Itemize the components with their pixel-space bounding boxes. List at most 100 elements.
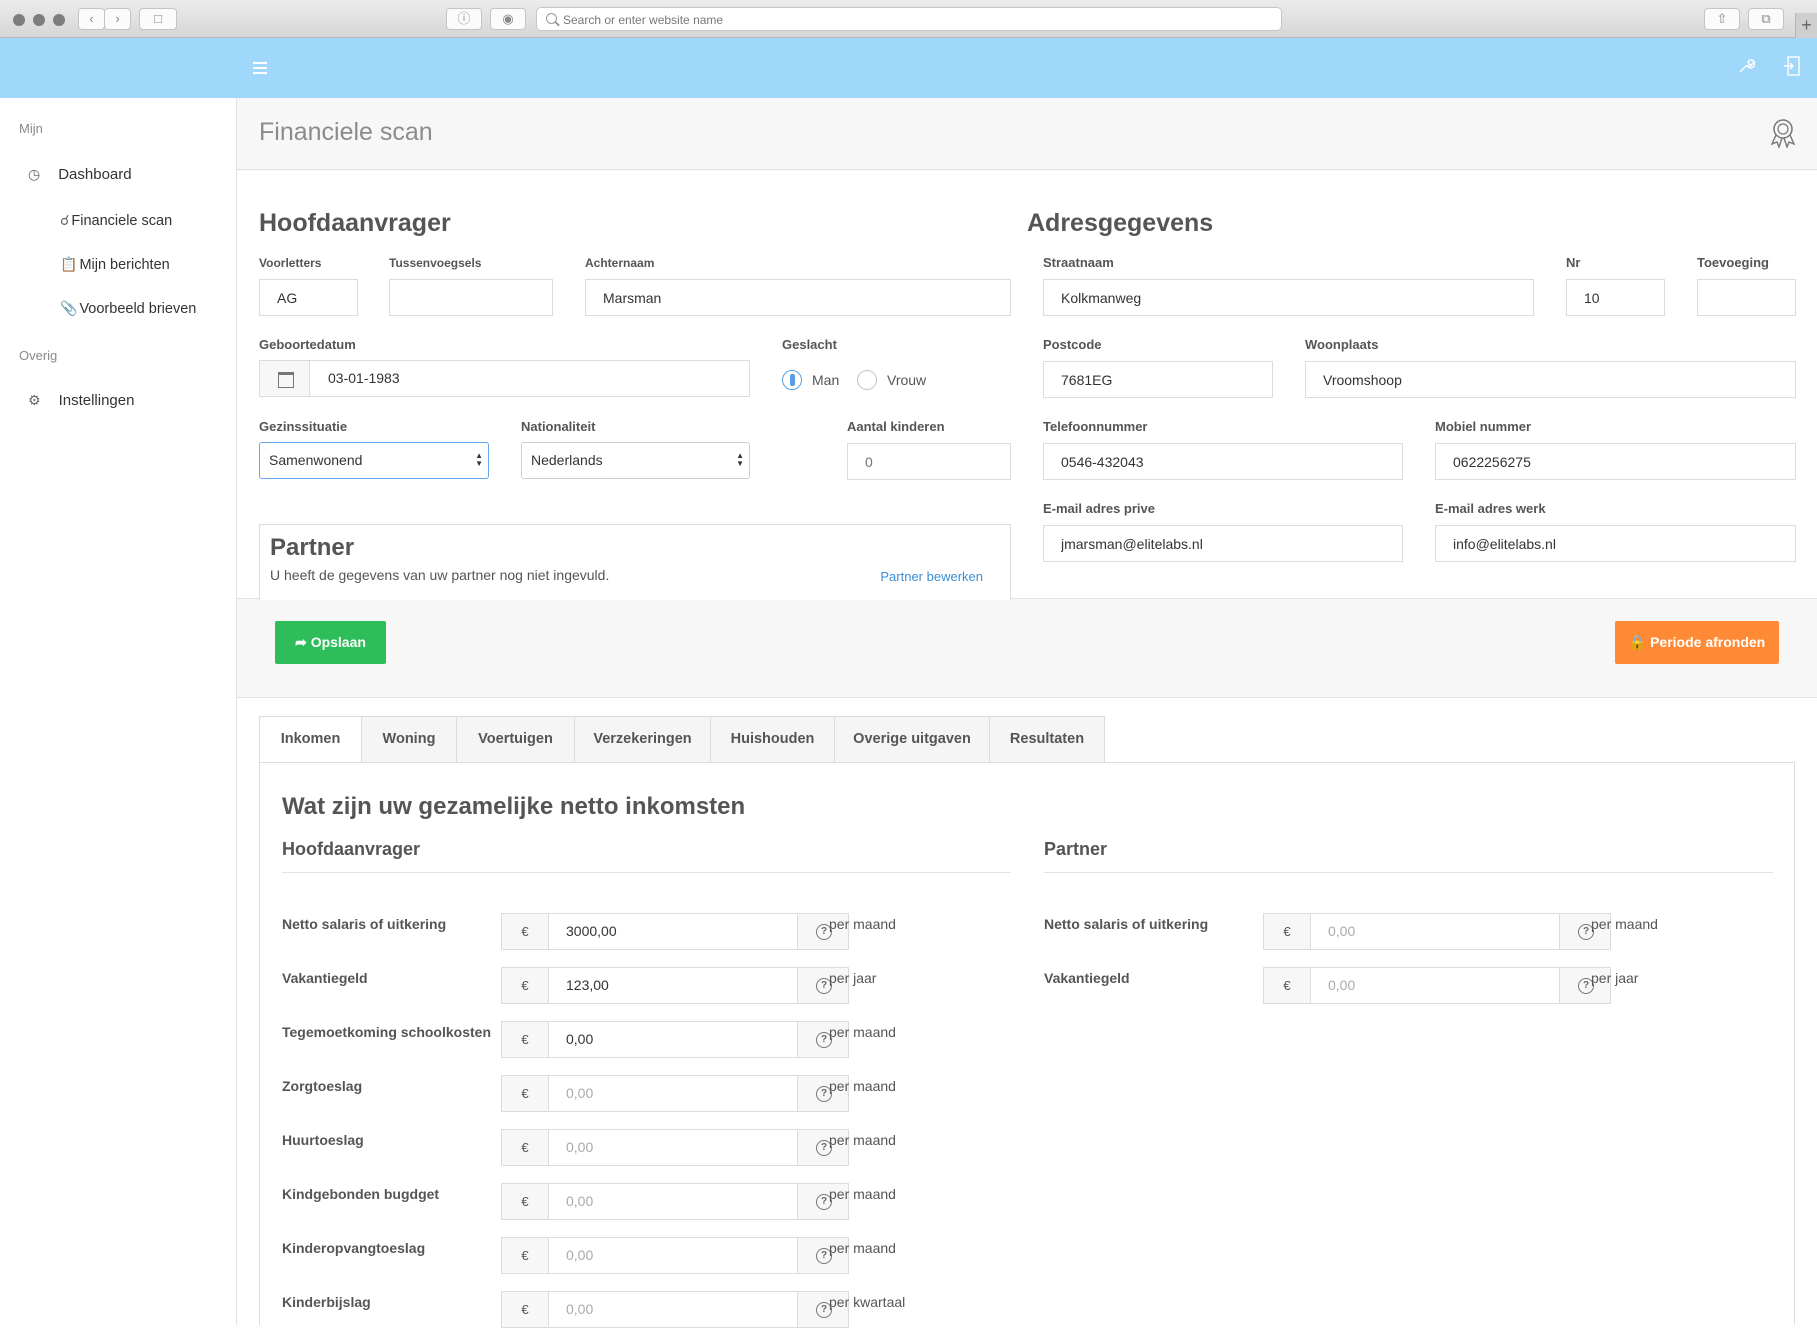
amount-input[interactable]: 0,00 [549,1076,797,1111]
tabs-section: Inkomen Woning Voertuigen Verzekeringen … [237,698,1817,1328]
section-title-hoofdaanvrager: Hoofdaanvrager [259,209,451,237]
sidebar-item-voorbeeld-brieven[interactable]: 📎 Voorbeeld brieven [60,300,196,317]
page-header: Financiele scan [237,98,1817,170]
nr-input[interactable] [1566,279,1665,316]
euro-addon: € [502,1184,549,1219]
amount-input[interactable]: 0,00 [549,1238,797,1273]
share-icon[interactable]: ⇧ [1704,8,1740,30]
privacy-report-icon[interactable]: ⓘ [446,8,482,30]
amount-input[interactable]: 0,00 [1311,968,1559,1003]
column-title-hoofdaanvrager: Hoofdaanvrager [282,839,421,859]
tabs-overview-icon[interactable]: ⧉ [1748,8,1784,30]
partner-edit-link[interactable]: Partner bewerken [880,569,983,584]
geboortedatum-input[interactable]: 03-01-1983 [259,360,750,397]
straatnaam-input[interactable] [1043,279,1534,316]
amount-input[interactable]: 0,00 [1311,914,1559,949]
tab-inkomen[interactable]: Inkomen [259,716,362,763]
sidebar-item-label: Mijn berichten [79,256,170,273]
income-row-label: Tegemoetkoming schoolkosten [282,1024,491,1040]
euro-addon: € [502,968,549,1003]
telefoon-input[interactable] [1043,443,1403,480]
currency-input-group: €0,00 [501,1129,849,1166]
back-button[interactable]: ‹ [78,8,105,30]
income-unit: per kwartaal [829,1294,906,1310]
amount-input[interactable]: 0,00 [549,1022,797,1057]
partner-title: Partner [270,534,355,561]
wrench-icon[interactable] [1737,57,1755,75]
tab-voertuigen[interactable]: Voertuigen [457,716,575,763]
email-werk-input[interactable] [1435,525,1796,562]
tab-overige-uitgaven[interactable]: Overige uitgaven [835,716,990,763]
sidebar-item-dashboard[interactable]: ◷ Dashboard [28,166,132,183]
sidebar-toggle-icon[interactable]: □ [139,8,177,30]
income-row-label: Huurtoeslag [282,1132,364,1148]
nationaliteit-value: Nederlands [531,452,603,468]
column-title-partner: Partner [1044,839,1108,859]
achternaam-label: Achternaam [585,256,655,270]
sidebar-item-financiele-scan[interactable]: ☌ Financiele scan [60,212,172,229]
tab-woning[interactable]: Woning [362,716,457,763]
logout-icon[interactable] [1783,56,1801,76]
new-tab-button[interactable]: + [1795,13,1817,38]
calendar-icon[interactable] [260,361,310,396]
currency-input-group: €0,00 [501,1021,849,1058]
currency-input-group: €0,00 [1263,967,1611,1004]
income-row-label: Netto salaris of uitkering [1044,916,1209,932]
aantal-kinderen-input[interactable] [847,443,1011,480]
voorletters-input[interactable] [259,279,358,316]
select-arrows-icon: ▲ ▼ [475,451,483,468]
income-row-label: Vakantiegeld [1044,970,1130,986]
amount-input[interactable]: 0,00 [549,1130,797,1165]
currency-input-group: €3000,00 [501,913,849,950]
gezinssituatie-label: Gezinssituatie [259,419,348,434]
geslacht-man-radio[interactable] [782,370,802,390]
forward-button[interactable]: › [104,8,131,30]
geslacht-vrouw-radio[interactable] [857,370,877,390]
close-window-button[interactable] [13,14,25,26]
tab-verzekeringen[interactable]: Verzekeringen [575,716,711,763]
lock-icon: 🔒 [1628,634,1647,650]
sidebar-item-instellingen[interactable]: ⚙ Instellingen [28,392,134,409]
mobiel-input[interactable] [1435,443,1796,480]
tussenvoegsels-label: Tussenvoegsels [389,256,482,270]
income-unit: per jaar [829,970,877,986]
amount-input[interactable]: 3000,00 [549,914,797,949]
sidebar-item-mijn-berichten[interactable]: 📋 Mijn berichten [60,256,170,273]
close-period-button[interactable]: 🔒 Periode afronden [1615,621,1779,664]
income-row-label: Kinderbijslag [282,1294,371,1310]
search-icon [546,13,557,24]
save-button[interactable]: ➦ Opslaan [275,621,386,664]
income-unit: per maand [829,1240,896,1256]
close-period-button-label: Periode afronden [1650,634,1766,650]
tab-bar: Inkomen Woning Voertuigen Verzekeringen … [259,716,1105,763]
amount-input[interactable]: 0,00 [549,1184,797,1219]
postcode-input[interactable] [1043,361,1273,398]
menu-icon[interactable] [253,62,267,77]
geslacht-vrouw-label: Vrouw [887,372,927,388]
tab-huishouden[interactable]: Huishouden [711,716,835,763]
zoom-window-button[interactable] [53,14,65,26]
euro-addon: € [502,914,549,949]
woonplaats-input[interactable] [1305,361,1796,398]
currency-input-group: €0,00 [1263,913,1611,950]
tab-panel-inkomen: Wat zijn uw gezamelijke netto inkomsten … [259,762,1795,1328]
extension-icon[interactable]: ◉ [490,8,526,30]
minimize-window-button[interactable] [33,14,45,26]
tab-resultaten[interactable]: Resultaten [990,716,1105,763]
address-bar[interactable] [536,7,1282,31]
woonplaats-label: Woonplaats [1305,337,1379,352]
dashboard-icon: ◷ [28,166,41,182]
url-input[interactable] [563,11,1263,28]
income-unit: per jaar [1591,970,1639,986]
amount-input[interactable]: 0,00 [549,1292,797,1327]
nationaliteit-label: Nationaliteit [521,419,596,434]
amount-input[interactable]: 123,00 [549,968,797,1003]
toevoeging-input[interactable] [1697,279,1796,316]
nationaliteit-select[interactable]: Nederlands ▲ ▼ [521,442,750,479]
tussenvoegsels-input[interactable] [389,279,553,316]
email-prive-input[interactable] [1043,525,1403,562]
achternaam-input[interactable] [585,279,1011,316]
gezinssituatie-select[interactable]: Samenwonend ▲ ▼ [259,442,489,479]
main-content: Financiele scan Hoofdaanvrager Voorlette… [237,98,1817,1328]
aantal-kinderen-label: Aantal kinderen [847,419,945,434]
